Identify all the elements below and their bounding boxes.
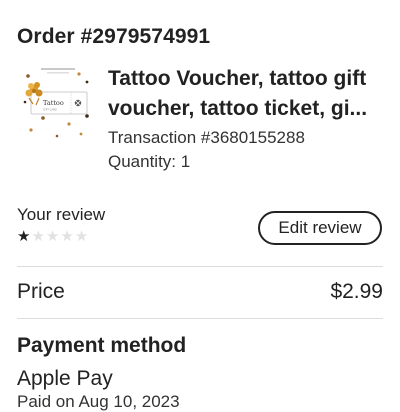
tattoo-voucher-image: Tattoo GIFT CARD — [17, 62, 97, 142]
star-filled-icon: ★ — [17, 228, 31, 245]
price-label: Price — [17, 280, 65, 303]
svg-text:Tattoo: Tattoo — [43, 99, 64, 107]
rating-stars: ★ ★ ★ ★ ★ — [17, 229, 88, 244]
star-empty-icon: ★ — [45, 228, 60, 245]
star-empty-icon: ★ — [60, 228, 74, 245]
star-empty-icon: ★ — [74, 228, 89, 245]
item-title-link[interactable]: Tattoo Voucher, tattoo gift voucher, tat… — [108, 64, 388, 124]
divider — [17, 266, 383, 267]
transaction-number: Transaction #3680155288 — [108, 128, 305, 147]
payment-date: Paid on Aug 10, 2023 — [17, 392, 180, 411]
item-title-line-2: voucher, tattoo ticket, gi... — [108, 97, 368, 120]
quantity: Quantity: 1 — [108, 152, 191, 171]
your-review-label: Your review — [17, 205, 106, 224]
star-empty-icon: ★ — [31, 228, 45, 245]
divider — [17, 318, 383, 319]
item-title-line-1: Tattoo Voucher, tattoo gift — [108, 67, 367, 90]
svg-text:GIFT CARD: GIFT CARD — [43, 108, 57, 112]
price-value: $2.99 — [330, 280, 383, 303]
product-thumbnail[interactable]: Tattoo GIFT CARD — [17, 62, 97, 142]
payment-method-value: Apple Pay — [17, 367, 113, 390]
edit-review-button[interactable]: Edit review — [258, 211, 382, 245]
order-title: Order #2979574991 — [17, 25, 211, 48]
payment-method-heading: Payment method — [17, 334, 187, 357]
